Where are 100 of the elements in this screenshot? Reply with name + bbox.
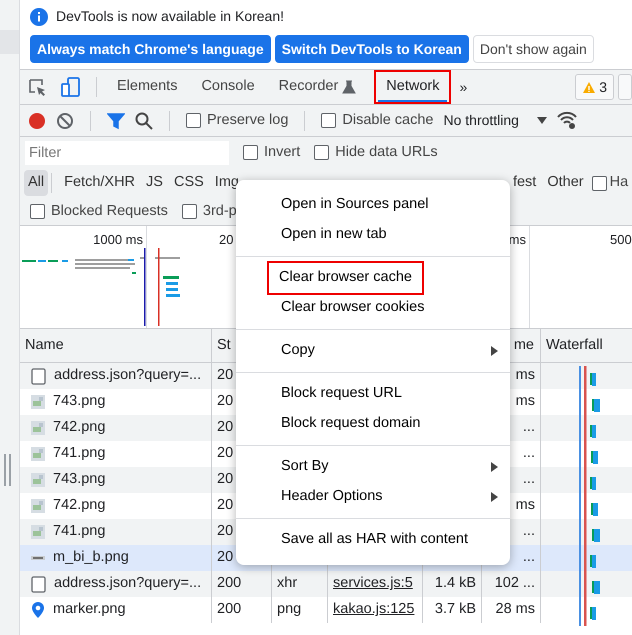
initiator-link[interactable]: kakao.js:125 <box>333 599 414 621</box>
column-header[interactable]: Name <box>20 329 212 362</box>
checkbox[interactable] <box>243 145 258 160</box>
image-thumbnail-icon <box>31 524 45 540</box>
map-marker-icon <box>31 601 45 619</box>
file-name[interactable]: marker.png <box>53 599 126 621</box>
time-text: 28 ms <box>496 600 535 620</box>
file-name[interactable]: 742.png <box>53 417 106 439</box>
status-text: 200 <box>217 574 242 594</box>
type-filter[interactable]: JS <box>142 170 167 196</box>
document-icon <box>31 576 46 592</box>
image-thumbnail-icon <box>31 420 45 436</box>
checkbox[interactable] <box>321 113 336 128</box>
throttling-dropdown[interactable]: No throttling <box>443 110 547 131</box>
tab[interactable]: Network <box>374 70 452 104</box>
type-filter[interactable]: Other <box>543 170 588 196</box>
image-thumbnail-icon <box>31 498 45 514</box>
tab[interactable]: Elements <box>105 70 190 104</box>
info-message: DevTools is now available in Korean! <box>56 7 284 26</box>
filter-field[interactable]: Filter <box>25 140 229 164</box>
issues-counter[interactable]: 3 <box>575 74 614 100</box>
caret-icon <box>536 117 547 124</box>
resize-grip-icon[interactable] <box>3 454 13 486</box>
time-text: 102 ... <box>494 574 535 594</box>
file-name[interactable]: 741.png <box>53 521 106 543</box>
checkbox[interactable] <box>186 113 201 128</box>
time-text: ... <box>522 548 535 568</box>
record-icon[interactable] <box>28 112 46 130</box>
filter-icon[interactable] <box>107 112 125 130</box>
infobar-button[interactable]: Don't show again <box>472 35 594 63</box>
menu-item[interactable]: Sort By <box>281 452 498 482</box>
warning-icon <box>582 80 596 94</box>
initiator-link[interactable]: services.js:5 <box>333 573 413 595</box>
status-text: 20 <box>217 522 234 542</box>
menu-item[interactable]: Open in new tab <box>281 220 498 250</box>
file-name[interactable]: 743.png <box>53 469 106 491</box>
time-text: ... <box>522 444 535 464</box>
file-name[interactable]: address.json?query=... <box>54 573 202 595</box>
checkbox[interactable] <box>182 204 197 219</box>
status-text: 20 <box>217 548 234 568</box>
search-icon[interactable] <box>135 112 153 130</box>
checkbox[interactable] <box>314 145 330 160</box>
network-settings-icon[interactable] <box>556 111 577 130</box>
file-name[interactable]: address.json?query=... <box>54 365 202 387</box>
status-text: 200 <box>217 600 242 620</box>
file-name[interactable]: m_bi_b.png <box>53 547 129 569</box>
submenu-arrow-icon <box>491 492 498 502</box>
type-text: png <box>277 600 302 620</box>
timeline-tick-label: 500 <box>610 232 632 247</box>
column-header[interactable]: Waterfall <box>541 329 632 362</box>
menu-item[interactable]: Clear browser cookies <box>281 293 498 323</box>
checkbox-label: Disable cache <box>342 110 434 130</box>
type-filter[interactable]: CSS <box>170 170 208 196</box>
status-text: 20 <box>217 496 234 516</box>
flask-icon <box>342 80 356 94</box>
timeline-tick-label: 20 <box>219 232 234 247</box>
time-text: ... <box>522 470 535 490</box>
checkbox[interactable] <box>592 176 607 190</box>
menu-item[interactable]: Block request domain <box>281 409 498 439</box>
more-tabs-icon[interactable]: » <box>459 76 468 98</box>
clear-icon[interactable] <box>56 112 74 130</box>
menu-item[interactable]: Save all as HAR with content <box>281 525 498 555</box>
type-text: xhr <box>277 574 298 594</box>
submenu-arrow-icon <box>491 462 498 472</box>
tab[interactable]: Recorder <box>266 70 368 104</box>
time-text: ... <box>522 522 535 542</box>
menu-item[interactable]: Open in Sources panel <box>281 190 498 220</box>
menu-item[interactable]: Block request URL <box>281 379 498 409</box>
checkbox-label: Blocked Requests <box>51 202 168 221</box>
status-text: 20 <box>217 366 234 386</box>
image-thumbnail-icon <box>31 472 45 488</box>
status-text: 20 <box>217 444 234 464</box>
menu-item[interactable]: Clear browser cache <box>269 263 422 293</box>
timeline-tick-label: 1000 ms <box>93 232 143 247</box>
file-name[interactable]: 743.png <box>53 391 106 413</box>
time-text: ... <box>522 418 535 438</box>
type-filter[interactable]: All <box>24 170 48 196</box>
status-text: 20 <box>217 392 234 412</box>
time-text: ms <box>516 496 535 516</box>
checkbox-label: Hide data URLs <box>335 142 438 162</box>
image-thumbnail-icon <box>31 394 45 410</box>
checkbox-label: Ha <box>610 173 628 192</box>
size-text: 1.4 kB <box>434 574 476 594</box>
image-thumbnail-icon <box>31 446 45 462</box>
checkbox[interactable] <box>30 204 45 219</box>
device-toolbar-icon[interactable] <box>61 77 80 97</box>
submenu-arrow-icon <box>491 346 498 356</box>
file-name[interactable]: 742.png <box>53 495 106 517</box>
inspect-icon[interactable] <box>28 78 47 96</box>
infobar-button[interactable]: Switch DevTools to Korean <box>274 35 469 63</box>
checkbox-label: 3rd-p <box>202 202 237 221</box>
type-filter[interactable]: fest <box>508 170 540 196</box>
infobar-button[interactable]: Always match Chrome's language <box>30 35 271 63</box>
menu-item[interactable]: Header Options <box>281 482 498 512</box>
checkbox-label: Preserve log <box>207 110 288 130</box>
tab[interactable]: Console <box>189 70 267 104</box>
status-text: 20 <box>217 470 234 490</box>
file-name[interactable]: 741.png <box>53 443 106 465</box>
size-text: 3.7 kB <box>434 600 476 620</box>
type-filter[interactable]: Fetch/XHR <box>60 170 140 196</box>
